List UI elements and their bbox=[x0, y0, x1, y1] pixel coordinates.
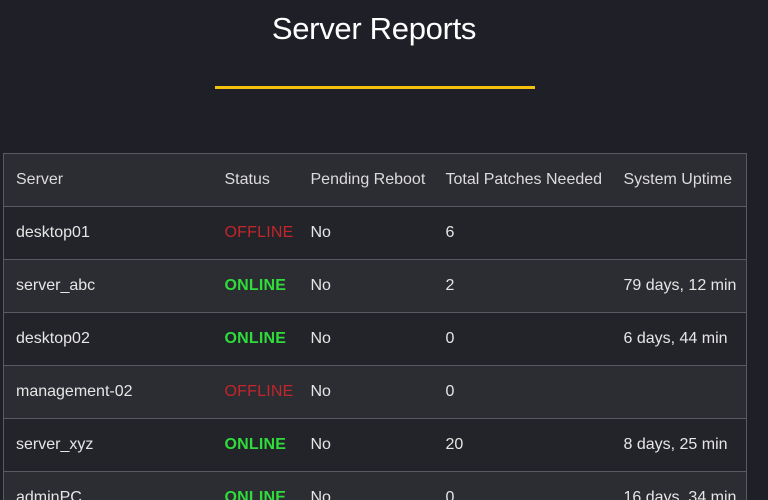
uptime-cell: 6 days, 44 min bbox=[611, 312, 747, 366]
uptime-cell bbox=[611, 365, 747, 419]
server-name-cell: server_xyz bbox=[3, 418, 213, 472]
uptime-cell: 79 days, 12 min bbox=[611, 259, 747, 313]
patches-cell: 0 bbox=[433, 365, 612, 419]
table-body: desktop01 OFFLINE No 6 server_abc ONLINE… bbox=[3, 206, 747, 500]
pending-reboot-cell: No bbox=[298, 365, 434, 419]
table-header-row: Server Status Pending Reboot Total Patch… bbox=[3, 153, 747, 207]
table-row[interactable]: server_abc ONLINE No 2 79 days, 12 min bbox=[3, 259, 747, 313]
patches-cell: 0 bbox=[433, 471, 612, 500]
page-title: Server Reports bbox=[271, 11, 477, 46]
pending-reboot-cell: No bbox=[298, 471, 434, 500]
table-row[interactable]: desktop02 ONLINE No 0 6 days, 44 min bbox=[3, 312, 747, 366]
server-name-cell: desktop02 bbox=[3, 312, 213, 366]
patches-cell: 6 bbox=[433, 206, 612, 260]
table-row[interactable]: server_xyz ONLINE No 20 8 days, 25 min bbox=[3, 418, 747, 472]
pending-reboot-cell: No bbox=[298, 259, 434, 313]
column-header-pending-reboot[interactable]: Pending Reboot bbox=[298, 153, 434, 207]
server-reports-page: Server Reports Server Status Pending Reb… bbox=[0, 0, 768, 500]
pending-reboot-cell: No bbox=[298, 312, 434, 366]
status-cell: OFFLINE bbox=[212, 365, 299, 419]
column-header-system-uptime[interactable]: System Uptime bbox=[611, 153, 747, 207]
status-cell: ONLINE bbox=[212, 312, 299, 366]
patches-cell: 2 bbox=[433, 259, 612, 313]
status-cell: ONLINE bbox=[212, 418, 299, 472]
server-name-cell: adminPC bbox=[3, 471, 213, 500]
table-row[interactable]: adminPC ONLINE No 0 16 days, 34 min bbox=[3, 471, 747, 500]
table-row[interactable]: management-02 OFFLINE No 0 bbox=[3, 365, 747, 419]
table-row[interactable]: desktop01 OFFLINE No 6 bbox=[3, 206, 747, 260]
patches-cell: 0 bbox=[433, 312, 612, 366]
column-header-total-patches[interactable]: Total Patches Needed bbox=[433, 153, 612, 207]
uptime-cell: 8 days, 25 min bbox=[611, 418, 747, 472]
server-name-cell: desktop01 bbox=[3, 206, 213, 260]
pending-reboot-cell: No bbox=[298, 418, 434, 472]
status-cell: OFFLINE bbox=[212, 206, 299, 260]
status-cell: ONLINE bbox=[212, 259, 299, 313]
uptime-cell bbox=[611, 206, 747, 260]
title-underline bbox=[215, 86, 535, 89]
server-reports-table: Server Status Pending Reboot Total Patch… bbox=[3, 153, 747, 500]
column-header-status[interactable]: Status bbox=[212, 153, 299, 207]
column-header-server[interactable]: Server bbox=[3, 153, 213, 207]
pending-reboot-cell: No bbox=[298, 206, 434, 260]
status-cell: ONLINE bbox=[212, 471, 299, 500]
uptime-cell: 16 days, 34 min bbox=[611, 471, 747, 500]
server-name-cell: management-02 bbox=[3, 365, 213, 419]
patches-cell: 20 bbox=[433, 418, 612, 472]
server-name-cell: server_abc bbox=[3, 259, 213, 313]
